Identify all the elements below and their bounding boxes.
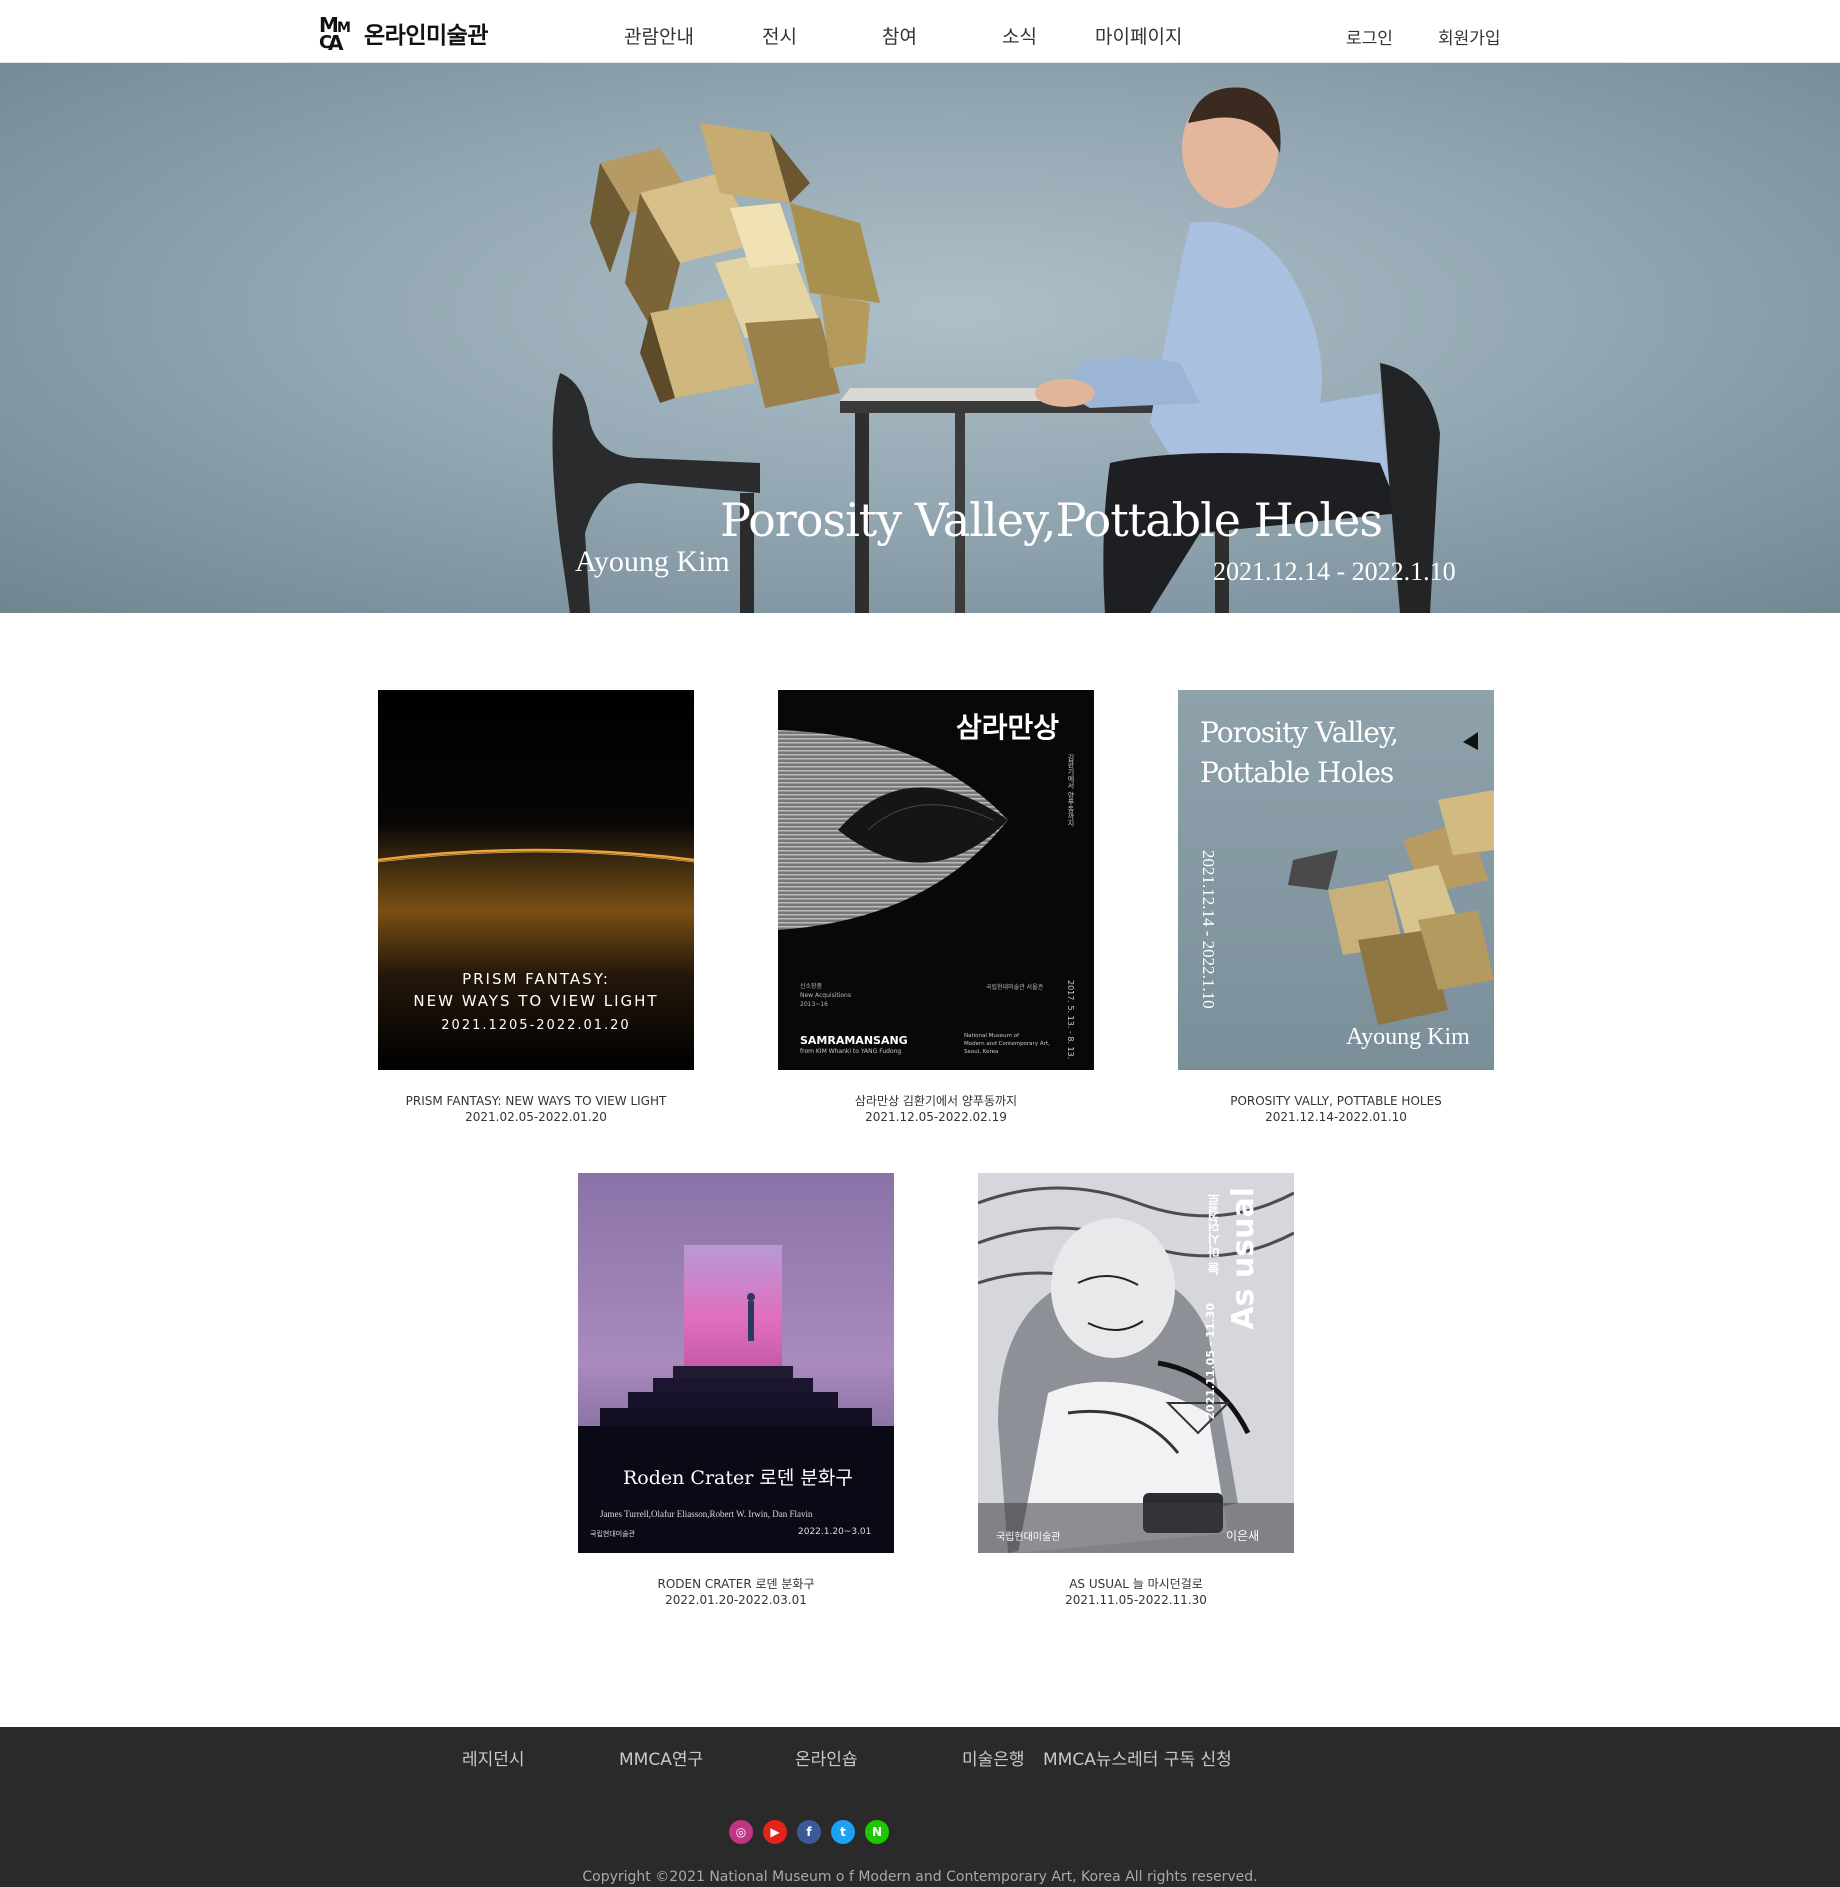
poster-porosity-valley[interactable]: Porosity Valley, Pottable Holes 2021.12.… — [1178, 690, 1494, 1070]
exhibition-card-samramansang[interactable]: 삼라만상 김환기에서 양푸동까지 신소장품 New Acquisitions 2… — [778, 690, 1094, 1125]
exhibition-dates: 2021.12.14-2022.01.10 — [1265, 1110, 1407, 1124]
footer-link-research[interactable]: MMCA연구 — [619, 1745, 703, 1770]
exhibition-caption: RODEN CRATER 로덴 분화구 2022.01.20-2022.03.0… — [578, 1576, 894, 1608]
poster-title: 삼라만상 — [956, 711, 1060, 744]
exhibition-caption: PRISM FANTASY: NEW WAYS TO VIEW LIGHT 20… — [378, 1093, 694, 1125]
mmca-logo-icon: M A C M — [319, 13, 351, 54]
poster-dates: 2022.1.20~3.01 — [798, 1527, 872, 1537]
footer-link-art-bank[interactable]: 미술은행 — [962, 1745, 1025, 1770]
exhibition-card-as-usual[interactable]: As usual 늘 마시던걸로 2021.11.05 - 11.30 국립현대… — [978, 1173, 1294, 1608]
poster-dates: 2021.12.14 - 2022.1.10 — [1199, 850, 1218, 1009]
exhibition-card-prism-fantasy[interactable]: PRISM FANTASY: NEW WAYS TO VIEW LIGHT 20… — [378, 690, 694, 1125]
poster-artist: Ayoung Kim — [1346, 1024, 1470, 1050]
poster-title-line: Pottable Holes — [1200, 756, 1394, 789]
site-logo[interactable]: M A C M 온라인미술관 — [318, 12, 488, 54]
logo-text: 온라인미술관 — [364, 23, 488, 49]
nav-participate[interactable]: 참여 — [882, 22, 917, 49]
exhibition-card-porosity-valley[interactable]: Porosity Valley, Pottable Holes 2021.12.… — [1178, 690, 1494, 1125]
exhibition-title: POROSITY VALLY, POTTABLE HOLES — [1230, 1094, 1442, 1108]
exhibition-card-roden-crater[interactable]: Roden Crater 로덴 분화구 James Turrell,Olafur… — [578, 1173, 894, 1608]
poster-line: NEW WAYS TO VIEW LIGHT — [413, 992, 659, 1010]
poster-museum-line: National Museum of — [964, 1033, 1020, 1039]
poster-artists: James Turrell,Olafur Eliasson,Robert W. … — [600, 1509, 813, 1519]
poster-museum: 국립현대미술관 — [996, 1532, 1061, 1543]
poster-line: PRISM FANTASY: — [462, 970, 610, 988]
poster-subtitle: 늘 마시던걸로 — [1208, 1193, 1223, 1276]
twitter-icon[interactable]: t — [831, 1820, 855, 1844]
copyright-text: Copyright ©2021 National Museum o f Mode… — [582, 1869, 1258, 1885]
site-footer: 레지던시 MMCA연구 온라인숍 미술은행 MMCA뉴스레터 구독 신청 ◎ ▶ f… — [0, 1727, 1840, 1887]
exhibition-caption: AS USUAL 늘 마시던걸로 2021.11.05-2022.11.30 — [978, 1576, 1294, 1608]
exhibition-dates: 2021.12.05-2022.02.19 — [865, 1110, 1007, 1124]
exhibition-dates: 2021.11.05-2022.11.30 — [1065, 1593, 1207, 1607]
exhibition-title: PRISM FANTASY: NEW WAYS TO VIEW LIGHT — [405, 1094, 667, 1108]
poster-museum-kr: 국립현대미술관 서울관 — [986, 984, 1044, 991]
svg-text:M: M — [337, 20, 351, 36]
youtube-icon[interactable]: ▶ — [763, 1820, 787, 1844]
hero-dates: 2021.12.14 - 2022.1.10 — [1213, 557, 1456, 586]
poster-subtitle: from KIM Whanki to YANG Fudong — [800, 1048, 902, 1055]
footer-link-residency[interactable]: 레지던시 — [462, 1745, 525, 1770]
poster-small-line: New Acquisitions — [800, 992, 851, 999]
svg-text:C: C — [319, 32, 332, 53]
poster-museum-line: Seoul, Korea — [964, 1049, 999, 1055]
exhibition-caption: POROSITY VALLY, POTTABLE HOLES 2021.12.1… — [1178, 1093, 1494, 1125]
hero-artist: Ayoung Kim — [575, 545, 730, 578]
exhibition-title: RODEN CRATER 로덴 분화구 — [657, 1577, 815, 1591]
poster-as-usual[interactable]: As usual 늘 마시던걸로 2021.11.05 - 11.30 국립현대… — [978, 1173, 1294, 1553]
signup-link[interactable]: 회원가입 — [1438, 24, 1501, 49]
poster-small-line: 신소장품 — [800, 983, 823, 990]
footer-link-shop[interactable]: 온라인숍 — [795, 1745, 858, 1770]
nav-exhibitions[interactable]: 전시 — [762, 22, 797, 49]
instagram-icon[interactable]: ◎ — [729, 1820, 753, 1844]
poster-label: SAMRAMANSANG — [800, 1034, 908, 1047]
facebook-icon[interactable]: f — [797, 1820, 821, 1844]
poster-small-text: 신소장품 New Acquisitions 2013~16 — [800, 982, 851, 1009]
naver-icon[interactable]: N — [865, 1820, 889, 1844]
poster-title-line: Porosity Valley, — [1200, 716, 1399, 749]
poster-museum: 국립현대미술관 — [590, 1530, 636, 1538]
site-header: M A C M 온라인미술관 관람안내 전시 참여 소식 마이페이지 로그인 회… — [0, 0, 1840, 63]
poster-roden-crater[interactable]: Roden Crater 로덴 분화구 James Turrell,Olafur… — [578, 1173, 894, 1553]
poster-museum-en: National Museum of Modern and Contempora… — [964, 1032, 1050, 1056]
poster-dates: 2021.11.05 - 11.30 — [1204, 1303, 1217, 1420]
poster-title: As usual — [1226, 1187, 1261, 1330]
poster-title: Roden Crater 로덴 분화구 — [623, 1467, 853, 1489]
exhibition-caption: 삼라만상 김환기에서 양푸동까지 2021.12.05-2022.02.19 — [778, 1093, 1094, 1125]
poster-small-line: 2013~16 — [800, 1001, 828, 1008]
exhibition-dates: 2021.02.05-2022.01.20 — [465, 1110, 607, 1124]
hero-banner[interactable]: Porosity Valley,Pottable Holes Ayoung Ki… — [0, 63, 1840, 613]
nav-visit-info[interactable]: 관람안내 — [624, 22, 694, 49]
gold-cubes-illustration — [590, 123, 880, 408]
nav-news[interactable]: 소식 — [1002, 22, 1037, 49]
poster-line: 2021.1205-2022.01.20 — [441, 1018, 631, 1033]
exhibition-dates: 2022.01.20-2022.03.01 — [665, 1593, 807, 1607]
exhibition-title: AS USUAL 늘 마시던걸로 — [1069, 1577, 1203, 1591]
hero-title: Porosity Valley,Pottable Holes — [720, 493, 1383, 547]
login-link[interactable]: 로그인 — [1346, 24, 1393, 49]
poster-museum-line: Modern and Contemporary Art, — [964, 1041, 1050, 1047]
exhibition-title: 삼라만상 김환기에서 양푸동까지 — [854, 1094, 1018, 1108]
poster-samramansang[interactable]: 삼라만상 김환기에서 양푸동까지 신소장품 New Acquisitions 2… — [778, 690, 1094, 1070]
poster-artist: 이은새 — [1226, 1529, 1260, 1543]
footer-link-newsletter[interactable]: MMCA뉴스레터 구독 신청 — [1043, 1745, 1232, 1770]
poster-date: 2017. 5. 13. - 8. 13. — [1066, 980, 1075, 1060]
poster-vertical-text: 김환기에서 양푸동까지 — [1067, 754, 1075, 827]
poster-prism-fantasy[interactable]: PRISM FANTASY: NEW WAYS TO VIEW LIGHT 20… — [378, 690, 694, 1070]
nav-mypage[interactable]: 마이페이지 — [1095, 22, 1182, 49]
